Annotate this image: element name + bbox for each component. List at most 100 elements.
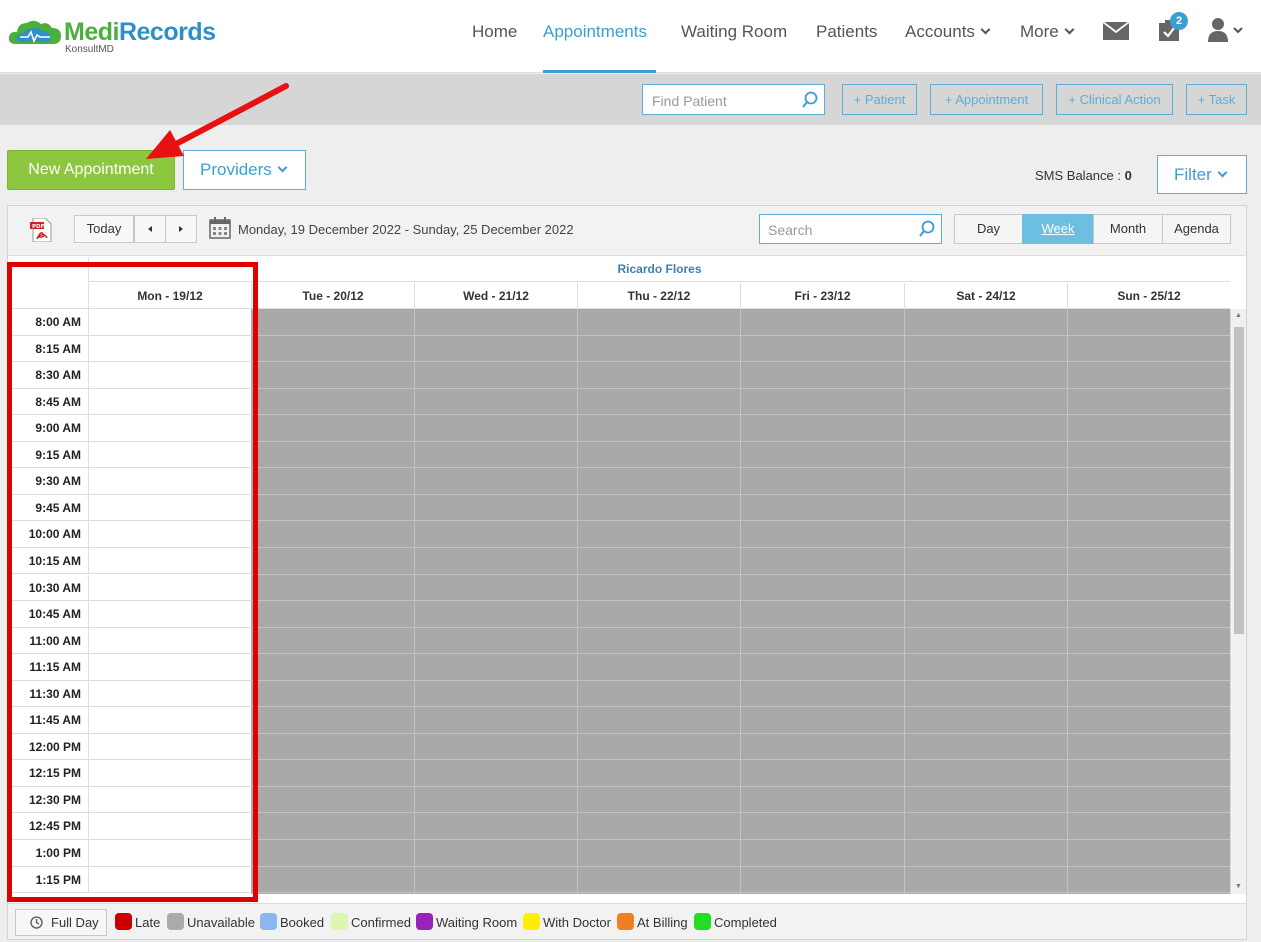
monday-time-slot[interactable]: [88, 680, 251, 708]
chevron-down-icon: [1217, 167, 1228, 178]
sms-balance: SMS Balance : 0: [1035, 168, 1132, 183]
monday-time-slot[interactable]: [88, 840, 251, 867]
time-slot-label: 8:00 AM: [8, 309, 88, 336]
quick-action-bar: Find Patient + Patient + Appointment + C…: [0, 74, 1261, 125]
grid-column-line: [740, 309, 741, 894]
provider-name-header: Ricardo Flores: [88, 257, 1230, 282]
add-patient-button[interactable]: + Patient: [842, 84, 917, 115]
providers-dropdown[interactable]: Providers: [183, 150, 306, 190]
day-column-header[interactable]: Sat - 24/12: [904, 283, 1067, 309]
vertical-scrollbar[interactable]: ▲ ▼: [1230, 309, 1246, 894]
monday-time-slot[interactable]: [88, 468, 251, 495]
today-button[interactable]: Today: [74, 215, 134, 243]
monday-time-slot[interactable]: [88, 521, 251, 548]
search-icon[interactable]: [801, 91, 819, 109]
calendar-search-input[interactable]: Search: [759, 214, 942, 244]
nav-patients[interactable]: Patients: [816, 22, 877, 42]
monday-time-slot[interactable]: [88, 415, 251, 442]
date-range-label: Monday, 19 December 2022 - Sunday, 25 De…: [238, 222, 574, 237]
time-slot-label: 12:15 PM: [8, 760, 88, 787]
time-slot-label: 8:45 AM: [8, 389, 88, 416]
new-appointment-button[interactable]: New Appointment: [7, 150, 175, 190]
grid-row-line: [251, 361, 1230, 363]
add-task-button[interactable]: + Task: [1186, 84, 1247, 115]
nav-more[interactable]: More: [1020, 22, 1075, 42]
nav-accounts[interactable]: Accounts: [905, 22, 991, 42]
monday-time-slot[interactable]: [88, 866, 251, 894]
calendar-icon[interactable]: [209, 217, 231, 239]
time-slot-label: 9:00 AM: [8, 415, 88, 442]
time-slot-label: 8:30 AM: [8, 362, 88, 389]
view-month-button[interactable]: Month: [1093, 214, 1163, 244]
day-column-header[interactable]: Wed - 21/12: [414, 283, 577, 309]
view-day-button[interactable]: Day: [954, 214, 1023, 244]
view-week-button[interactable]: Week: [1022, 214, 1094, 244]
status-legend: Full Day Late Unavailable Booked Confirmed W…: [8, 903, 1246, 939]
svg-text:PDF: PDF: [32, 224, 45, 230]
monday-time-slot[interactable]: [88, 760, 251, 787]
scroll-down-arrow-icon[interactable]: ▼: [1235, 883, 1242, 890]
calendar-toolbar: PDF Today Monday, 19 December 2022 - Sun…: [8, 206, 1246, 256]
day-column-header[interactable]: Fri - 23/12: [740, 283, 904, 309]
search-icon[interactable]: [918, 220, 936, 238]
find-patient-input[interactable]: Find Patient: [642, 84, 825, 115]
grid-row-line: [251, 334, 1230, 336]
add-clinical-action-button[interactable]: + Clinical Action: [1056, 84, 1173, 115]
chevron-down-icon: [1064, 24, 1075, 35]
monday-time-slot[interactable]: [88, 547, 251, 575]
legend-item: Unavailable: [167, 913, 255, 930]
day-column-header[interactable]: Mon - 19/12: [88, 283, 251, 309]
grid-row-line: [251, 520, 1230, 522]
monday-time-slot[interactable]: [88, 813, 251, 840]
nav-appointments[interactable]: Appointments: [543, 22, 647, 42]
active-nav-indicator: [543, 70, 656, 73]
top-navbar: MediRecords KonsultMD Home Appointments …: [0, 0, 1261, 73]
monday-time-slot[interactable]: [88, 494, 251, 522]
monday-time-slot[interactable]: [88, 627, 251, 655]
grid-row-line: [251, 600, 1230, 602]
time-slot-label: 10:00 AM: [8, 521, 88, 548]
next-week-button[interactable]: [165, 215, 197, 243]
legend-item: With Doctor: [523, 913, 611, 930]
grid-row-line: [251, 387, 1230, 389]
monday-time-slot[interactable]: [88, 362, 251, 389]
monday-time-slot[interactable]: [88, 309, 251, 336]
time-slot-label: 1:00 PM: [8, 840, 88, 867]
monday-time-slot[interactable]: [88, 574, 251, 601]
legend-label: At Billing: [637, 915, 688, 930]
view-agenda-button[interactable]: Agenda: [1162, 214, 1231, 244]
day-column-header[interactable]: Tue - 20/12: [251, 283, 414, 309]
nav-home[interactable]: Home: [472, 22, 517, 42]
monday-time-slot[interactable]: [88, 601, 251, 628]
legend-label: Booked: [280, 915, 325, 930]
full-day-button[interactable]: Full Day: [15, 909, 107, 936]
monday-time-slot[interactable]: [88, 441, 251, 469]
grid-row-line: [251, 785, 1230, 787]
scrollbar-thumb[interactable]: [1234, 327, 1244, 634]
legend-label: Waiting Room: [436, 915, 518, 930]
time-slot-label: 12:45 PM: [8, 813, 88, 840]
legend-color-swatch: [416, 913, 433, 930]
monday-time-slot[interactable]: [88, 733, 251, 761]
legend-item: At Billing: [617, 913, 688, 930]
monday-time-slot[interactable]: [88, 335, 251, 363]
medirecords-logo[interactable]: MediRecords KonsultMD: [8, 14, 216, 58]
monday-time-slot[interactable]: [88, 707, 251, 734]
monday-time-slot[interactable]: [88, 786, 251, 814]
monday-time-slot[interactable]: [88, 654, 251, 681]
tasks-count-badge: 2: [1170, 12, 1188, 30]
nav-waiting-room[interactable]: Waiting Room: [681, 22, 787, 42]
add-appointment-button[interactable]: + Appointment: [930, 84, 1043, 115]
clock-icon: [30, 916, 43, 929]
day-column-header[interactable]: Thu - 22/12: [577, 283, 740, 309]
mail-icon[interactable]: [1103, 22, 1129, 40]
filter-dropdown[interactable]: Filter: [1157, 155, 1247, 194]
legend-label: Confirmed: [351, 915, 411, 930]
previous-week-button[interactable]: [134, 215, 166, 243]
pdf-export-icon[interactable]: PDF: [30, 218, 52, 242]
time-gutter-header: [8, 257, 88, 309]
scroll-up-arrow-icon[interactable]: ▲: [1235, 312, 1242, 319]
user-account-icon[interactable]: [1208, 17, 1248, 43]
monday-time-slot[interactable]: [88, 388, 251, 416]
day-column-header[interactable]: Sun - 25/12: [1067, 283, 1230, 309]
